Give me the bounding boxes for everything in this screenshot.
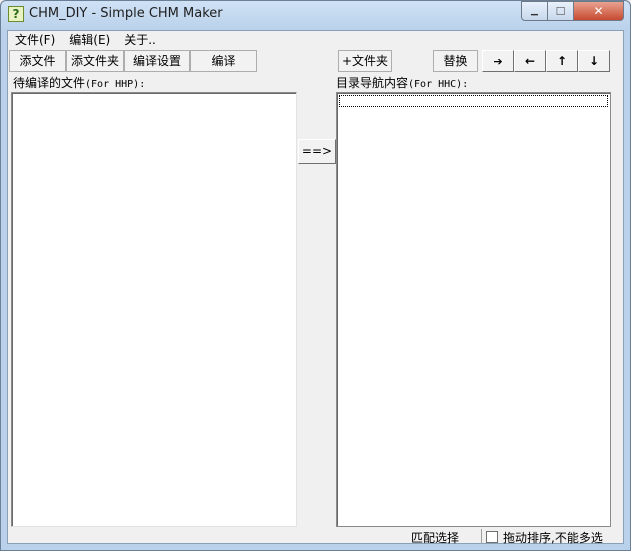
status-divider — [481, 529, 482, 544]
caption-buttons: ▁ ☐ ✕ — [521, 1, 624, 21]
hhp-label-cn: 待编译的文件 — [13, 76, 86, 90]
maximize-button[interactable]: ☐ — [548, 1, 574, 21]
arrow-up-icon: ↑ — [556, 54, 568, 68]
hhp-files-label: 待编译的文件(For HHP): — [13, 74, 145, 91]
arrow-left-icon: ← — [524, 54, 536, 68]
hhp-label-en: (For HHP): — [85, 79, 146, 90]
drag-sort-label: 拖动排序,不能多选 — [503, 531, 603, 545]
indent-right-button[interactable]: ➔ — [482, 50, 514, 72]
maximize-icon: ☐ — [555, 4, 566, 18]
add-file-button[interactable]: 添文件 — [9, 50, 66, 72]
menu-edit[interactable]: 编辑(E) — [62, 31, 117, 50]
window-title: CHM_DIY - Simple CHM Maker — [29, 6, 223, 21]
hhc-toc-label: 目录导航内容(For HHC): — [336, 74, 468, 91]
add-toc-folder-button[interactable]: +文件夹 — [338, 50, 392, 72]
minimize-button[interactable]: ▁ — [521, 1, 548, 21]
add-folder-button[interactable]: 添文件夹 — [66, 50, 124, 72]
hhc-label-en: (For HHC): — [408, 79, 469, 90]
compile-button[interactable]: 编译 — [190, 50, 257, 72]
compile-settings-button[interactable]: 编译设置 — [124, 50, 190, 72]
transfer-to-toc-button[interactable]: ==> — [298, 139, 336, 164]
tree-focus-row — [339, 95, 608, 107]
replace-button[interactable]: 替换 — [433, 50, 478, 72]
menu-bar: 文件(F) 编辑(E) 关于.. — [8, 31, 623, 50]
menu-about[interactable]: 关于.. — [117, 31, 163, 50]
arrow-right-icon: ➔ — [493, 55, 503, 68]
hhc-toc-tree[interactable] — [336, 92, 611, 527]
indent-left-button[interactable]: ← — [514, 50, 546, 72]
close-button[interactable]: ✕ — [574, 1, 624, 21]
app-help-icon: ? — [8, 6, 24, 22]
move-down-button[interactable]: ↓ — [578, 50, 610, 72]
hhc-label-cn: 目录导航内容 — [336, 76, 409, 90]
minimize-icon: ▁ — [531, 6, 538, 16]
hhp-file-list[interactable] — [11, 92, 297, 527]
arrow-down-icon: ↓ — [588, 54, 600, 68]
match-select-label[interactable]: 匹配选择 — [411, 529, 459, 546]
close-icon: ✕ — [593, 4, 604, 18]
drag-sort-checkbox[interactable] — [486, 531, 498, 543]
menu-file[interactable]: 文件(F) — [8, 31, 62, 50]
move-up-button[interactable]: ↑ — [546, 50, 578, 72]
